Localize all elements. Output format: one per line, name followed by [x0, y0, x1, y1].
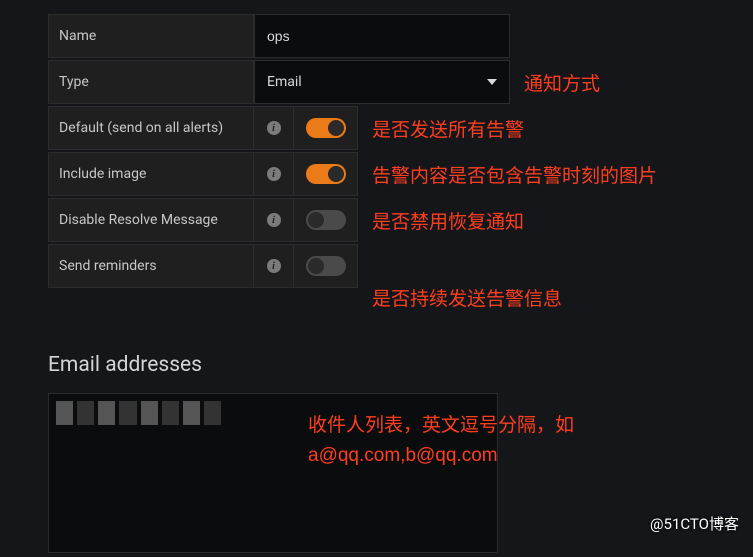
disable-resolve-annotation: 是否禁用恢复通知	[372, 207, 524, 234]
include-image-label: Include image	[48, 152, 254, 196]
info-icon: i	[267, 167, 281, 181]
name-input[interactable]	[267, 28, 497, 44]
info-icon: i	[267, 213, 281, 227]
row-name: Name	[48, 14, 753, 58]
disable-resolve-label: Disable Resolve Message	[48, 198, 254, 242]
include-image-toggle-cell	[294, 152, 358, 196]
type-annotation: 通知方式	[524, 69, 600, 96]
settings-form: Name Type Email 通知方式 Default (send on al…	[0, 0, 753, 557]
send-reminders-toggle[interactable]	[306, 256, 346, 276]
send-reminders-info[interactable]: i	[254, 244, 294, 288]
disable-resolve-toggle[interactable]	[306, 210, 346, 230]
type-select[interactable]: Email	[254, 60, 510, 104]
name-input-wrap[interactable]	[254, 14, 510, 58]
row-type: Type Email 通知方式	[48, 60, 753, 104]
redacted-content	[56, 401, 221, 425]
row-include-image: Include image i 告警内容是否包含告警时刻的图片	[48, 152, 753, 196]
watermark: @51CTO博客	[650, 513, 739, 534]
email-annotation: 收件人列表，英文逗号分隔，如 a@qq.com,b@qq.com	[308, 411, 574, 472]
row-send-reminders: Send reminders i	[48, 244, 753, 288]
email-annot-line2: a@qq.com,b@qq.com	[308, 441, 574, 471]
send-reminders-toggle-cell	[294, 244, 358, 288]
chevron-down-icon	[487, 79, 497, 85]
email-textarea-wrap: 收件人列表，英文逗号分隔，如 a@qq.com,b@qq.com	[48, 393, 498, 557]
include-image-annotation: 告警内容是否包含告警时刻的图片	[372, 161, 657, 188]
disable-resolve-toggle-cell	[294, 198, 358, 242]
info-icon: i	[267, 259, 281, 273]
default-annotation: 是否发送所有告警	[372, 115, 524, 142]
send-reminders-label: Send reminders	[48, 244, 254, 288]
include-image-info[interactable]: i	[254, 152, 294, 196]
default-info[interactable]: i	[254, 106, 294, 150]
row-default: Default (send on all alerts) i 是否发送所有告警	[48, 106, 753, 150]
email-annot-line1: 收件人列表，英文逗号分隔，如	[308, 411, 574, 441]
email-heading: Email addresses	[48, 353, 753, 377]
disable-resolve-info[interactable]: i	[254, 198, 294, 242]
info-icon: i	[267, 121, 281, 135]
default-toggle[interactable]	[306, 118, 346, 138]
name-label: Name	[48, 14, 254, 58]
default-label: Default (send on all alerts)	[48, 106, 254, 150]
include-image-toggle[interactable]	[306, 164, 346, 184]
type-selected-value: Email	[267, 74, 302, 90]
default-toggle-cell	[294, 106, 358, 150]
send-reminders-annotation: 是否持续发送告警信息	[372, 284, 753, 311]
row-disable-resolve: Disable Resolve Message i 是否禁用恢复通知	[48, 198, 753, 242]
type-label: Type	[48, 60, 254, 104]
